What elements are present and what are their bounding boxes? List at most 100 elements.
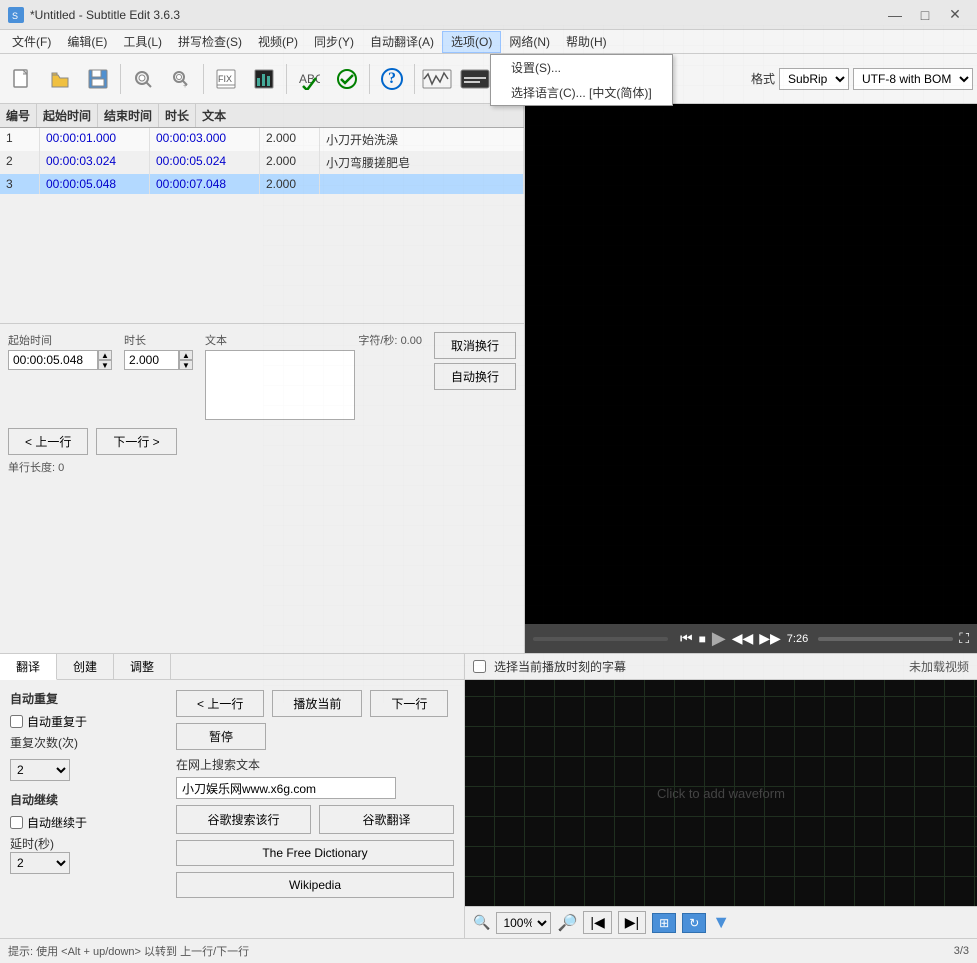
- svg-text:S: S: [12, 11, 18, 21]
- cell-num: 3: [0, 174, 40, 194]
- repeat-count-row: 重复次数(次): [10, 734, 150, 751]
- start-time-up[interactable]: ▲: [98, 350, 112, 360]
- duration-spinner: ▲ ▼: [179, 350, 193, 370]
- duration-down[interactable]: ▼: [179, 360, 193, 370]
- menu-file[interactable]: 文件(F): [4, 31, 59, 53]
- window-title: *Untitled - Subtitle Edit 3.6.3: [30, 8, 180, 22]
- google-search-button[interactable]: 谷歌搜索该行: [176, 805, 311, 834]
- tab-create[interactable]: 创建: [57, 654, 114, 679]
- status-count: 3/3: [954, 945, 969, 957]
- col-header-num: 编号: [0, 104, 37, 127]
- delay-row: 延时(秒): [10, 835, 150, 852]
- options-dropdown: 设置(S)... 选择语言(C)... [中文(简体)]: [490, 54, 673, 106]
- cell-end: 00:00:03.000: [150, 128, 260, 151]
- menu-tools[interactable]: 工具(L): [115, 31, 170, 53]
- find-button[interactable]: [125, 61, 161, 97]
- tab-adjust[interactable]: 调整: [114, 654, 171, 679]
- auto-continue-checkbox[interactable]: [10, 816, 23, 829]
- duration-up[interactable]: ▲: [179, 350, 193, 360]
- auto-continue-label: 自动继续于: [27, 814, 87, 831]
- next-row-button[interactable]: 下一行 >: [96, 428, 176, 455]
- search-online-label: 在网上搜索文本: [176, 756, 454, 773]
- video-area[interactable]: [525, 104, 977, 624]
- duration-group: 时长 ▲ ▼: [124, 332, 193, 370]
- free-dict-button[interactable]: The Free Dictionary: [176, 840, 454, 866]
- status-hint: 提示: 使用 <Alt + up/down> 以转到 上一行/下一行: [8, 943, 249, 959]
- start-time-group: 起始时间 ▲ ▼: [8, 332, 112, 370]
- cell-num: 2: [0, 151, 40, 174]
- zoom-in-icon[interactable]: 🔎: [557, 913, 577, 933]
- cell-start: 00:00:05.048: [40, 174, 150, 194]
- save-button[interactable]: [80, 61, 116, 97]
- titlebar-left: S *Untitled - Subtitle Edit 3.6.3: [8, 7, 180, 23]
- maximize-button[interactable]: □: [911, 5, 939, 25]
- close-button[interactable]: ✕: [941, 5, 969, 25]
- col-header-end: 结束时间: [98, 104, 159, 127]
- waveform-area[interactable]: Click to add waveform: [465, 680, 977, 906]
- waveform-footer: 🔍 100%50%150%200% 🔎 |◀ ▶| ⊞ ↻ ▼: [465, 906, 977, 938]
- search-text-input[interactable]: [176, 777, 396, 799]
- waveform-prev-button[interactable]: |◀: [583, 911, 611, 934]
- auto-continue-section: 自动继续 自动继续于 延时(秒) 213: [10, 791, 150, 874]
- waveform-marker: ▼: [712, 912, 730, 933]
- new-button[interactable]: [4, 61, 40, 97]
- mid-controls: < 上一行 播放当前 下一行 暂停 在网上搜索文本 谷歌搜索该行 谷歌翻译: [176, 690, 454, 898]
- prev-row-button[interactable]: < 上一行: [8, 428, 88, 455]
- menu-spellcheck[interactable]: 拼写检查(S): [170, 31, 250, 53]
- delay-label: 延时(秒): [10, 835, 54, 852]
- zoom-select[interactable]: 100%50%150%200%: [496, 912, 551, 934]
- find-replace-button[interactable]: +: [163, 61, 199, 97]
- toolbar-sep-1: [120, 64, 121, 94]
- delay-select[interactable]: 213: [10, 852, 70, 874]
- dropdown-settings[interactable]: 设置(S)...: [491, 55, 672, 80]
- cell-start: 00:00:03.024: [40, 151, 150, 174]
- start-time-down[interactable]: ▼: [98, 360, 112, 370]
- minimize-button[interactable]: —: [881, 5, 909, 25]
- col-header-dur: 时长: [159, 104, 196, 127]
- cell-num: 1: [0, 128, 40, 151]
- start-time-spinner: ▲ ▼: [98, 350, 112, 370]
- bottom-area: 翻译 创建 调整 自动重复 自动重复于 重复次数(次) 2345: [0, 653, 977, 938]
- repeat-count-select[interactable]: 2345: [10, 759, 70, 781]
- waveform-click-label: Click to add waveform: [657, 786, 785, 801]
- open-button[interactable]: [42, 61, 78, 97]
- toolbar-sep-2: [203, 64, 204, 94]
- menu-edit[interactable]: 编辑(E): [59, 31, 115, 53]
- start-time-label: 起始时间: [8, 332, 112, 348]
- search-section: 在网上搜索文本 谷歌搜索该行 谷歌翻译 The Free Dictionary …: [176, 756, 454, 898]
- statusbar: 提示: 使用 <Alt + up/down> 以转到 上一行/下一行 3/3: [0, 938, 977, 963]
- translation-content: 自动重复 自动重复于 重复次数(次) 2345 自动继续: [0, 680, 464, 938]
- auto-repeat-title: 自动重复: [10, 690, 150, 707]
- fix-button[interactable]: FIX: [208, 61, 244, 97]
- app-icon: S: [8, 7, 24, 23]
- cell-end: 00:00:07.048: [150, 174, 260, 194]
- pause-row: 暂停: [176, 723, 454, 750]
- auto-continue-title: 自动继续: [10, 791, 150, 808]
- tab-translation[interactable]: 翻译: [0, 654, 57, 680]
- dropdown-language[interactable]: 选择语言(C)... [中文(简体)]: [491, 80, 672, 105]
- svg-text:+: +: [183, 83, 187, 90]
- auto-repeat-checkbox-row: 自动重复于: [10, 713, 150, 730]
- auto-repeat-label: 自动重复于: [27, 713, 87, 730]
- cell-start: 00:00:01.000: [40, 128, 150, 151]
- duration-input[interactable]: [124, 350, 179, 370]
- text-label: 文本: [205, 332, 227, 348]
- cell-end: 00:00:05.024: [150, 151, 260, 174]
- main-content: 编号 起始时间 结束时间 时长 文本 1 00:00:01.000 00:00:…: [0, 104, 977, 653]
- auto-repeat-checkbox[interactable]: [10, 715, 23, 728]
- pause-button[interactable]: 暂停: [176, 723, 266, 750]
- start-time-input[interactable]: [8, 350, 98, 370]
- search-btns: 谷歌搜索该行 谷歌翻译: [176, 805, 454, 834]
- zoom-out-icon[interactable]: 🔍: [473, 914, 490, 931]
- auto-repeat-section: 自动重复 自动重复于 重复次数(次) 2345 自动继续: [10, 690, 150, 898]
- repeat-count-label: 重复次数(次): [10, 734, 78, 751]
- google-trans-button[interactable]: 谷歌翻译: [319, 805, 454, 834]
- svg-text:FIX: FIX: [218, 74, 232, 84]
- waveform-grid-button[interactable]: ⊞: [652, 913, 676, 933]
- wikipedia-button[interactable]: Wikipedia: [176, 872, 454, 898]
- waveform-loop-button[interactable]: ↻: [682, 913, 706, 933]
- prev-row-mid-button[interactable]: < 上一行: [176, 690, 264, 717]
- auto-continue-checkbox-row: 自动继续于: [10, 814, 150, 831]
- waveform-next-button[interactable]: ▶|: [618, 911, 646, 934]
- waveform-panel: 选择当前播放时刻的字幕 未加载视频 Click to add waveform …: [465, 654, 977, 938]
